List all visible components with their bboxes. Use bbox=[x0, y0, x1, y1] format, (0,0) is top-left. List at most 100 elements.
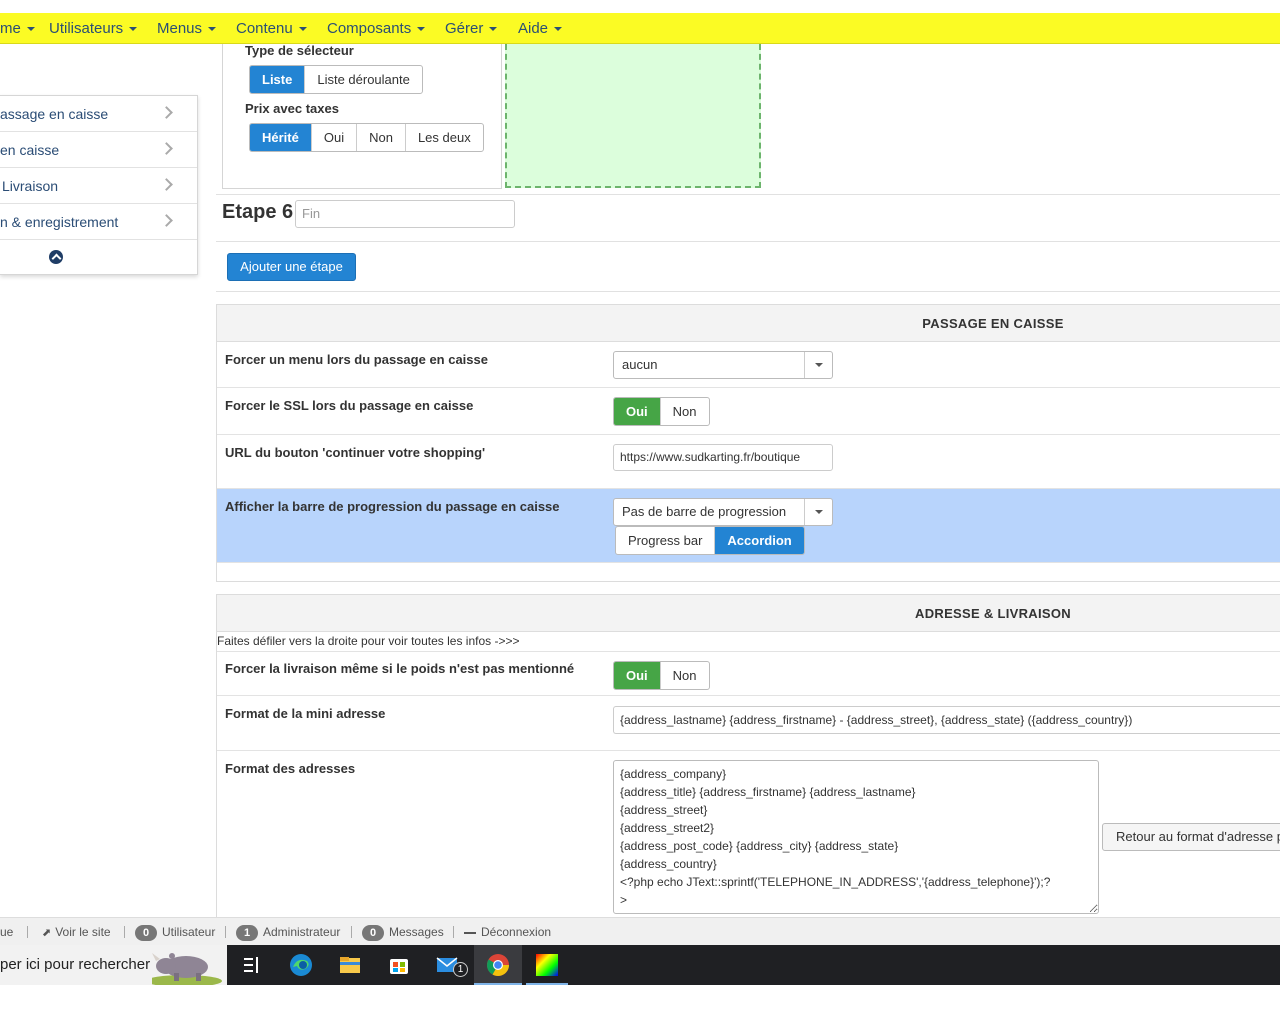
divider bbox=[453, 926, 454, 938]
address-format-textarea[interactable] bbox=[613, 760, 1099, 914]
nav-menu-help[interactable]: Aide bbox=[518, 13, 563, 44]
caret-down-icon bbox=[804, 352, 832, 378]
progress-style-bar[interactable]: Progress bar bbox=[616, 527, 716, 554]
scroll-up-icon[interactable] bbox=[49, 250, 63, 264]
caret-down-icon bbox=[804, 499, 832, 525]
side-item-delivery[interactable]: Livraison bbox=[0, 168, 197, 204]
force-ssl-row: Forcer le SSL lors du passage en caisse … bbox=[217, 388, 1280, 435]
caret-down-icon bbox=[417, 27, 426, 32]
price-tax-toggle: Hérité Oui Non Les deux bbox=[249, 123, 484, 152]
progress-style-accordion[interactable]: Accordion bbox=[715, 527, 804, 554]
force-menu-select[interactable]: aucun bbox=[613, 351, 833, 379]
color-app-icon[interactable] bbox=[535, 953, 559, 977]
chevron-right-icon bbox=[160, 106, 173, 119]
selector-type-label: Type de sélecteur bbox=[245, 43, 354, 58]
divider bbox=[351, 926, 352, 938]
force-menu-value: aucun bbox=[622, 357, 658, 372]
checkout-section-title: PASSAGE EN CAISSE bbox=[922, 316, 1064, 331]
caret-down-icon bbox=[26, 27, 35, 32]
force-delivery-label: Forcer la livraison même si le poids n'e… bbox=[225, 661, 575, 676]
progress-bar-label: Afficher la barre de progression du pass… bbox=[225, 499, 560, 514]
mail-unread-badge: 1 bbox=[453, 962, 468, 977]
progress-style-toggle: Progress bar Accordion bbox=[615, 526, 805, 555]
step6-name-input[interactable]: Fin bbox=[295, 200, 515, 228]
price-tax-label: Prix avec taxes bbox=[245, 101, 339, 116]
task-view-icon[interactable] bbox=[240, 953, 264, 977]
progress-bar-select[interactable]: Pas de barre de progression bbox=[613, 498, 833, 526]
caret-down-icon bbox=[298, 27, 307, 32]
force-delivery-toggle: Oui Non bbox=[613, 661, 710, 690]
divider bbox=[216, 291, 1280, 292]
price-option-both[interactable]: Les deux bbox=[406, 124, 483, 151]
mini-format-row: Format de la mini adresse {address_lastn… bbox=[217, 696, 1280, 751]
nav-menu-home[interactable]: me bbox=[0, 13, 35, 44]
users-count-badge: 0 bbox=[135, 924, 157, 941]
nav-menu-components[interactable]: Composants bbox=[327, 13, 426, 44]
edge-browser-icon[interactable] bbox=[289, 953, 313, 977]
force-delivery-yes[interactable]: Oui bbox=[614, 662, 661, 689]
continue-url-input[interactable]: https://www.sudkarting.fr/boutique bbox=[613, 444, 833, 471]
nav-menu-menus[interactable]: Menus bbox=[157, 13, 217, 44]
messages-link[interactable]: 0 Messages bbox=[362, 918, 444, 946]
force-menu-row: Forcer un menu lors du passage en caisse… bbox=[217, 342, 1280, 388]
store-icon[interactable] bbox=[387, 953, 411, 977]
nav-menu-users[interactable]: Utilisateurs bbox=[49, 13, 138, 44]
checkout-section-header: PASSAGE EN CAISSE bbox=[217, 305, 1280, 342]
continue-url-row: URL du bouton 'continuer votre shopping'… bbox=[217, 435, 1280, 489]
force-delivery-no[interactable]: Non bbox=[661, 662, 709, 689]
blank-area bbox=[0, 985, 1280, 1024]
messages-count-badge: 0 bbox=[362, 924, 384, 941]
force-menu-label: Forcer un menu lors du passage en caisse bbox=[225, 352, 488, 367]
external-link-icon: ⬈ bbox=[42, 927, 52, 939]
address-section-title: ADRESSE & LIVRAISON bbox=[915, 606, 1071, 621]
side-item-in-checkout[interactable]: en caisse bbox=[0, 132, 197, 168]
logout-link[interactable]: Déconnexion bbox=[464, 918, 551, 946]
reset-address-format-button[interactable]: Retour au format d'adresse p bbox=[1102, 823, 1280, 851]
progress-bar-value: Pas de barre de progression bbox=[622, 504, 787, 519]
side-item-registration[interactable]: n & enregistrement bbox=[0, 204, 197, 240]
divider bbox=[216, 194, 1280, 195]
checkout-section: PASSAGE EN CAISSE Forcer un menu lors du… bbox=[216, 304, 1280, 582]
force-ssl-label: Forcer le SSL lors du passage en caisse bbox=[225, 398, 474, 413]
admins-link[interactable]: 1 Administrateur bbox=[236, 918, 340, 946]
chevron-right-icon bbox=[160, 214, 173, 227]
view-site-link[interactable]: ⬈ Voir le site bbox=[42, 918, 111, 947]
users-link[interactable]: 0 Utilisateur bbox=[135, 918, 215, 946]
force-ssl-no[interactable]: Non bbox=[661, 398, 709, 425]
os-taskbar: per ici pour rechercher 1 bbox=[0, 945, 1280, 985]
admins-count-badge: 1 bbox=[236, 924, 258, 941]
force-ssl-yes[interactable]: Oui bbox=[614, 398, 661, 425]
nav-menu-content[interactable]: Contenu bbox=[236, 13, 307, 44]
caret-down-icon bbox=[129, 27, 138, 32]
taskbar-search-box[interactable]: per ici pour rechercher bbox=[0, 945, 227, 985]
chrome-browser-icon[interactable] bbox=[486, 953, 510, 977]
price-option-inherited[interactable]: Hérité bbox=[250, 124, 312, 151]
drop-zone[interactable] bbox=[505, 44, 761, 188]
progress-bar-row: Afficher la barre de progression du pass… bbox=[217, 489, 1280, 563]
divider bbox=[124, 926, 125, 938]
divider bbox=[27, 926, 28, 938]
admin-status-bar: ue ⬈ Voir le site 0 Utilisateur 1 Administr… bbox=[0, 917, 1280, 945]
price-option-yes[interactable]: Oui bbox=[312, 124, 358, 151]
minus-icon bbox=[464, 931, 476, 934]
address-section-header: ADRESSE & LIVRAISON bbox=[217, 595, 1280, 632]
step6-label: Etape 6 bbox=[222, 201, 294, 223]
nav-menu-manage[interactable]: Gérer bbox=[445, 13, 498, 44]
side-menu: assage en caisse en caisse Livraison n &… bbox=[0, 95, 198, 275]
continue-url-label: URL du bouton 'continuer votre shopping' bbox=[225, 445, 486, 460]
selector-option-list[interactable]: Liste bbox=[250, 66, 306, 93]
divider bbox=[225, 926, 226, 938]
caret-down-icon bbox=[489, 27, 498, 32]
side-item-checkout[interactable]: assage en caisse bbox=[0, 96, 197, 132]
chevron-right-icon bbox=[160, 178, 173, 191]
mini-format-label: Format de la mini adresse bbox=[225, 706, 386, 721]
file-explorer-icon[interactable] bbox=[338, 953, 362, 977]
price-option-no[interactable]: Non bbox=[357, 124, 406, 151]
add-step-button[interactable]: Ajouter une étape bbox=[227, 253, 356, 281]
address-format-label: Format des adresses bbox=[225, 761, 356, 776]
mini-format-input[interactable]: {address_lastname} {address_firstname} -… bbox=[613, 706, 1280, 734]
chevron-right-icon bbox=[160, 142, 173, 155]
status-item-partial[interactable]: ue bbox=[0, 918, 13, 946]
selector-option-dropdown[interactable]: Liste déroulante bbox=[305, 66, 422, 93]
top-navbar: me Utilisateurs Menus Contenu Composants… bbox=[0, 13, 1280, 44]
